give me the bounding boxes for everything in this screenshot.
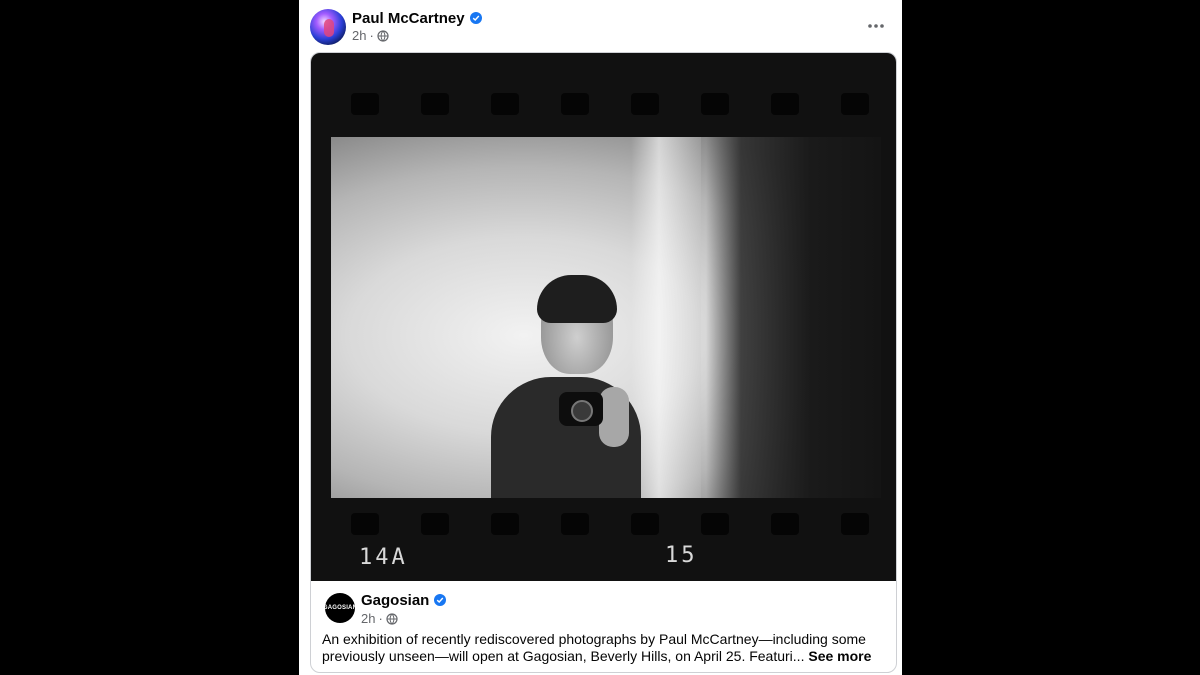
curtain-shadow xyxy=(706,137,881,498)
film-sprocket-hole xyxy=(631,93,659,115)
post-card: Paul McCartney 2h · 14A 15 GAGOSIAN Gago… xyxy=(299,0,902,675)
film-sprocket-hole xyxy=(561,93,589,115)
film-sprocket-hole xyxy=(701,93,729,115)
post-header: Paul McCartney 2h · xyxy=(299,0,902,52)
caption-text: An exhibition of recently rediscovered p… xyxy=(322,631,866,664)
film-frame-image xyxy=(331,137,881,498)
film-sprocket-hole xyxy=(841,93,869,115)
page-name-text[interactable]: Gagosian xyxy=(361,592,429,609)
shared-post[interactable]: 14A 15 GAGOSIAN Gagosian 2h · An exhibiti… xyxy=(310,52,897,673)
shared-post-footer: GAGOSIAN Gagosian 2h · An exhibition of r… xyxy=(311,581,896,672)
post-timestamp[interactable]: 2h xyxy=(352,28,366,43)
film-sprocket-hole xyxy=(421,513,449,535)
figure-hair xyxy=(537,275,617,323)
film-frame-label-right: 15 xyxy=(665,543,698,568)
film-sprocket-hole xyxy=(701,513,729,535)
see-more-link[interactable]: See more xyxy=(808,648,871,664)
author-name[interactable]: Paul McCartney xyxy=(352,10,482,27)
page-avatar[interactable]: GAGOSIAN xyxy=(323,593,357,623)
meta-separator: · xyxy=(369,28,374,43)
shared-post-meta: 2h · xyxy=(361,611,398,628)
more-options-icon xyxy=(868,24,884,28)
film-sprocket-hole xyxy=(421,93,449,115)
film-sprocket-hole xyxy=(771,93,799,115)
curtain-highlight xyxy=(631,137,701,498)
shared-post-timestamp[interactable]: 2h xyxy=(361,611,375,626)
post-photo[interactable]: 14A 15 xyxy=(311,53,896,581)
film-sprocket-hole xyxy=(491,513,519,535)
film-sprocket-hole xyxy=(841,513,869,535)
author-name-text[interactable]: Paul McCartney xyxy=(352,10,465,27)
post-caption: An exhibition of recently rediscovered p… xyxy=(322,631,887,665)
film-sprocket-hole xyxy=(631,513,659,535)
author-avatar[interactable] xyxy=(310,9,346,45)
page-name[interactable]: Gagosian xyxy=(361,592,447,609)
verified-badge-icon xyxy=(469,12,482,25)
film-sprocket-hole xyxy=(351,513,379,535)
film-frame-label-left: 14A xyxy=(359,545,408,570)
globe-icon xyxy=(377,30,389,45)
meta-separator: · xyxy=(378,611,383,626)
film-sprocket-hole xyxy=(491,93,519,115)
post-meta: 2h · xyxy=(352,28,389,45)
film-sprocket-hole xyxy=(351,93,379,115)
film-sprocket-hole xyxy=(771,513,799,535)
figure-hand xyxy=(599,387,629,447)
camera-icon xyxy=(559,392,603,426)
film-sprocket-hole xyxy=(561,513,589,535)
verified-badge-icon xyxy=(434,594,447,607)
globe-icon xyxy=(386,613,398,628)
more-options-button[interactable] xyxy=(862,12,890,40)
